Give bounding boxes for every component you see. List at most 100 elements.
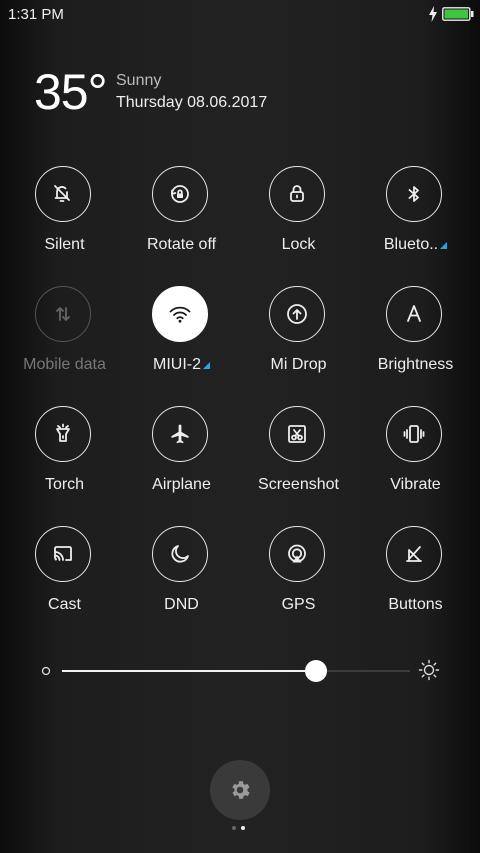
date: Thursday 08.06.2017	[116, 94, 268, 111]
tile-toggle[interactable]	[269, 166, 325, 222]
tile-toggle[interactable]	[269, 406, 325, 462]
tile-toggle[interactable]	[386, 286, 442, 342]
tile-label: Cast	[6, 596, 123, 614]
tile-label: Silent	[6, 236, 123, 254]
tile-silent[interactable]: Silent	[6, 166, 123, 276]
tile-toggle[interactable]	[386, 166, 442, 222]
wifi-icon	[169, 306, 191, 323]
tile-airplane[interactable]: Airplane	[123, 406, 240, 516]
tile-gps[interactable]: GPS	[240, 526, 357, 636]
tile-toggle[interactable]	[152, 286, 208, 342]
tile-miui-2[interactable]: MIUI-2	[123, 286, 240, 396]
tile-toggle[interactable]	[152, 406, 208, 462]
page-dot	[232, 826, 236, 830]
gear-icon	[232, 781, 250, 799]
tile-label: Screenshot	[240, 476, 357, 494]
tile-label-text: Rotate off	[146, 236, 217, 253]
tile-toggle[interactable]	[269, 526, 325, 582]
tile-label: Blueto..	[357, 236, 474, 254]
tile-label-text: Airplane	[152, 476, 211, 493]
rotate-lock-icon	[171, 185, 189, 203]
screenshot-icon	[288, 425, 306, 443]
page-indicator	[232, 826, 248, 832]
cast-icon	[54, 546, 72, 561]
tile-label-text: DND	[164, 596, 199, 613]
tile-cast[interactable]: Cast	[6, 526, 123, 636]
brightness-slider-fill	[62, 670, 317, 672]
auto-brightness-icon	[407, 305, 421, 322]
charging-icon	[429, 6, 437, 22]
tile-label-text: Screenshot	[258, 476, 339, 493]
tile-label: Buttons	[357, 596, 474, 614]
status-time: 1:31 PM	[8, 6, 64, 23]
tile-dnd[interactable]: DND	[123, 526, 240, 636]
tile-lock[interactable]: Lock	[240, 166, 357, 276]
tile-label-text: Buttons	[388, 596, 443, 613]
tile-label: Mobile data	[6, 356, 123, 374]
tile-torch[interactable]: Torch	[6, 406, 123, 516]
moon-icon	[171, 545, 189, 563]
tile-label-text: GPS	[281, 596, 316, 613]
tile-label-text: Silent	[44, 236, 85, 253]
tile-toggle[interactable]	[35, 166, 91, 222]
tile-toggle[interactable]	[152, 526, 208, 582]
lock-icon	[290, 185, 304, 202]
battery-icon	[442, 7, 474, 21]
tile-label: GPS	[240, 596, 357, 614]
tile-label-text: Brightness	[377, 356, 454, 373]
tile-label-text: Torch	[44, 476, 85, 493]
status-bar: 1:31 PM	[0, 0, 480, 28]
page-dot	[241, 826, 245, 830]
tile-toggle[interactable]	[386, 526, 442, 582]
tile-toggle[interactable]	[152, 166, 208, 222]
tile-label: Mi Drop	[240, 356, 357, 374]
tile-toggle[interactable]	[35, 526, 91, 582]
tile-toggle[interactable]	[35, 286, 91, 342]
tile-label: MIUI-2	[123, 356, 240, 374]
tile-label-text: Mi Drop	[270, 356, 327, 373]
tile-toggle[interactable]	[269, 286, 325, 342]
tile-toggle[interactable]	[35, 406, 91, 462]
tile-label: Vibrate	[357, 476, 474, 494]
tile-label: Rotate off	[123, 236, 240, 254]
tile-rotate-off[interactable]: Rotate off	[123, 166, 240, 276]
tile-buttons[interactable]: Buttons	[357, 526, 474, 636]
tile-label-text: MIUI-2	[153, 356, 201, 373]
torch-icon	[56, 423, 70, 442]
mobile-data-icon	[56, 307, 70, 321]
tile-label: Torch	[6, 476, 123, 494]
tile-vibrate[interactable]: Vibrate	[357, 406, 474, 516]
brightness-slider-thumb[interactable]	[305, 660, 328, 682]
tile-label: Airplane	[123, 476, 240, 494]
airplane-icon	[171, 424, 189, 444]
tile-mobile-data[interactable]: Mobile data	[6, 286, 123, 396]
buttons-icon	[406, 546, 422, 562]
settings-button[interactable]	[210, 760, 270, 820]
gps-icon	[288, 544, 306, 563]
tile-label: Lock	[240, 236, 357, 254]
tile-label-text: Lock	[281, 236, 316, 253]
submenu-indicator-icon	[440, 242, 448, 249]
brightness-slider-row	[0, 658, 480, 684]
bell-off-icon	[54, 185, 70, 202]
tile-brightness[interactable]: Brightness	[357, 286, 474, 396]
brightness-slider[interactable]	[62, 660, 410, 682]
vibrate-icon	[403, 425, 425, 443]
tile-mi-drop[interactable]: Mi Drop	[240, 286, 357, 396]
submenu-indicator-icon	[203, 362, 210, 369]
tile-label-text: Blueto..	[383, 236, 439, 253]
brightness-low-icon	[41, 666, 51, 676]
temperature: 35°	[34, 64, 108, 120]
mi-drop-icon	[287, 304, 307, 324]
brightness-high-icon	[418, 659, 440, 681]
tile-label: Brightness	[357, 356, 474, 374]
tile-screenshot[interactable]: Screenshot	[240, 406, 357, 516]
tile-label-text: Vibrate	[390, 476, 441, 493]
tile-label-text: Cast	[48, 596, 81, 613]
tile-label-text: Mobile data	[23, 356, 106, 373]
weather-condition: Sunny	[116, 72, 162, 89]
tile-label: DND	[123, 596, 240, 614]
tile-blueto[interactable]: Blueto..	[357, 166, 474, 276]
bluetooth-icon	[408, 186, 419, 202]
tile-toggle[interactable]	[386, 406, 442, 462]
